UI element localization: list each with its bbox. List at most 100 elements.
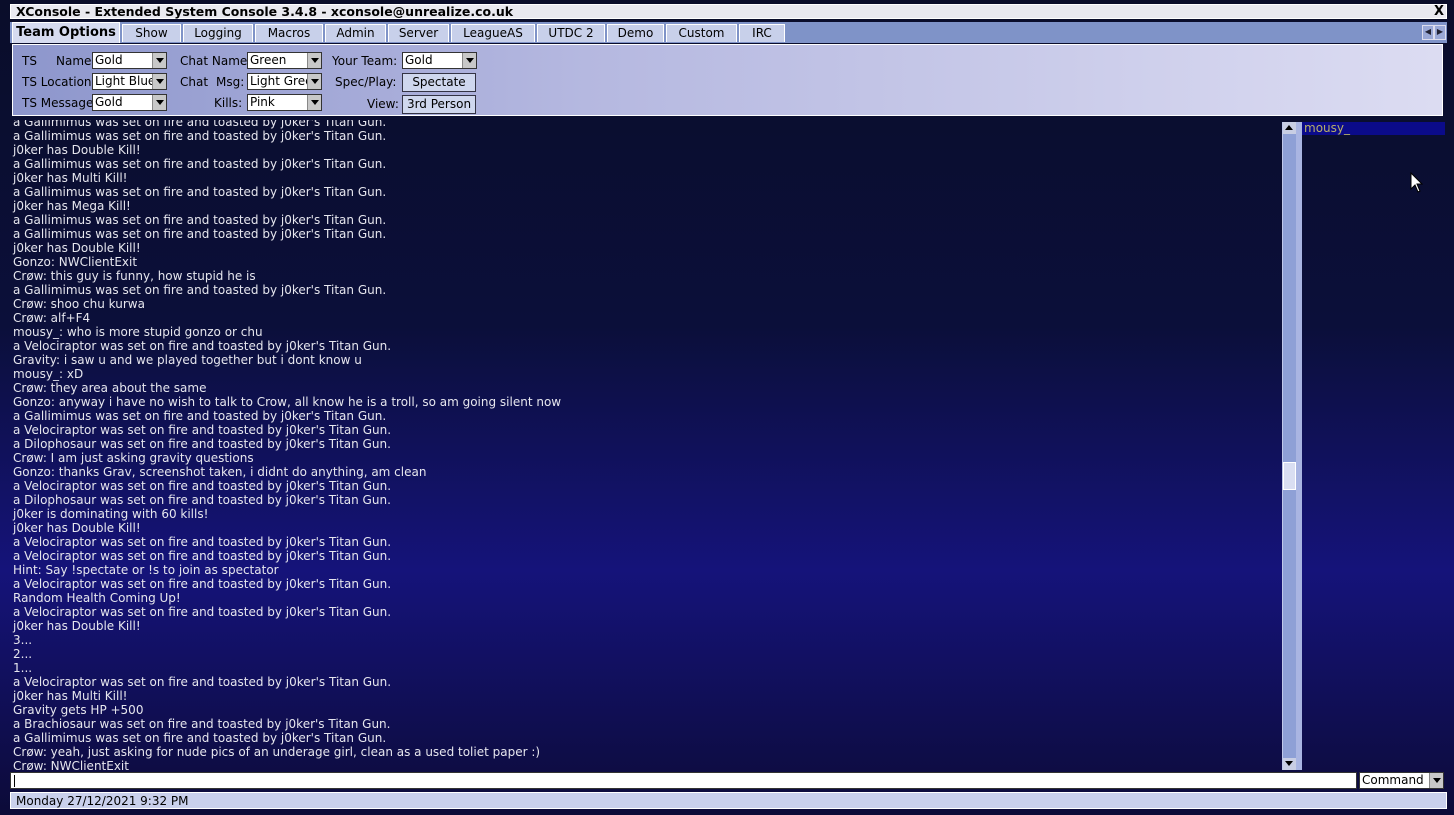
tab-demo[interactable]: Demo bbox=[607, 24, 664, 42]
log-line: 3... bbox=[13, 633, 33, 647]
chat-label: Chat bbox=[180, 75, 209, 89]
chevron-down-icon[interactable] bbox=[1429, 773, 1443, 788]
log-line: Crøw: shoo chu kurwa bbox=[13, 297, 145, 311]
log-line: j0ker is dominating with 60 kills! bbox=[13, 507, 209, 521]
log-line: a Velociraptor was set on fire and toast… bbox=[13, 577, 392, 591]
log-line: a Gallimimus was set on fire and toasted… bbox=[13, 227, 387, 241]
log-line: Hint: Say !spectate or !s to join as spe… bbox=[13, 563, 279, 577]
chevron-down-icon[interactable] bbox=[152, 53, 166, 68]
your-team-select[interactable]: Gold bbox=[402, 52, 477, 69]
your-team-label: Your Team: bbox=[332, 54, 398, 68]
chat-msg-select[interactable]: Light Gree bbox=[247, 73, 322, 90]
log-line: Gravity gets HP +500 bbox=[13, 703, 144, 717]
close-icon[interactable]: X bbox=[1434, 4, 1444, 19]
log-line: Crøw: this guy is funny, how stupid he i… bbox=[13, 269, 256, 283]
tab-irc[interactable]: IRC bbox=[739, 24, 785, 42]
tab-macros[interactable]: Macros bbox=[255, 24, 323, 42]
log-line: Crøw: yeah, just asking for nude pics of… bbox=[13, 745, 541, 759]
tab-server[interactable]: Server bbox=[388, 24, 449, 42]
tab-strip: Team Options Show Logging Macros Admin S… bbox=[10, 22, 1447, 43]
log-line: Gonzo: anyway i have no wish to talk to … bbox=[13, 395, 562, 409]
log-line: a Gallimimus was set on fire and toasted… bbox=[13, 283, 387, 297]
console-log: a Gallimimus was set on fire and toasted… bbox=[10, 120, 1280, 770]
arrow-right-icon[interactable]: ▶ bbox=[1434, 25, 1446, 40]
scroll-up-icon[interactable] bbox=[1283, 122, 1296, 134]
chat-name-label: Chat Name: bbox=[180, 54, 252, 68]
log-line: a Velociraptor was set on fire and toast… bbox=[13, 423, 392, 437]
scroll-down-icon[interactable] bbox=[1283, 758, 1296, 770]
log-line: Crøw: they area about the same bbox=[13, 381, 207, 395]
mouse-cursor-icon bbox=[1410, 172, 1424, 193]
tab-show[interactable]: Show bbox=[122, 24, 181, 42]
log-scrollbar[interactable] bbox=[1282, 122, 1296, 770]
kills-select[interactable]: Pink bbox=[247, 94, 322, 111]
log-line: Crøw: alf+F4 bbox=[13, 311, 91, 325]
log-line: a Gallimimus was set on fire and toasted… bbox=[13, 731, 387, 745]
tab-custom[interactable]: Custom bbox=[666, 24, 737, 42]
chevron-down-icon[interactable] bbox=[462, 53, 476, 68]
kills-label: Kills: bbox=[214, 96, 243, 110]
view-label: View: bbox=[367, 97, 399, 111]
ts-location-label: TS Location: bbox=[22, 75, 96, 89]
log-line: Crøw: I am just asking gravity questions bbox=[13, 451, 254, 465]
chevron-down-icon[interactable] bbox=[307, 74, 321, 89]
user-list: mousy_ bbox=[1302, 122, 1445, 770]
chat-msg-label: Msg: bbox=[216, 75, 245, 89]
xconsole-window: XConsole - Extended System Console 3.4.8… bbox=[0, 0, 1454, 815]
log-line: j0ker has Double Kill! bbox=[13, 521, 141, 535]
log-line: a Velociraptor was set on fire and toast… bbox=[13, 605, 392, 619]
log-line: Gonzo: NWClientExit bbox=[13, 255, 138, 269]
ts-name-label: Name: bbox=[56, 54, 96, 68]
log-line: Gonzo: thanks Grav, screenshot taken, i … bbox=[13, 465, 427, 479]
ts-name-select[interactable]: Gold bbox=[92, 52, 167, 69]
log-line: j0ker has Mega Kill! bbox=[13, 199, 131, 213]
chat-name-select[interactable]: Green bbox=[247, 52, 322, 69]
log-line: a Velociraptor was set on fire and toast… bbox=[13, 479, 392, 493]
log-line: j0ker has Multi Kill! bbox=[13, 171, 128, 185]
status-datetime: Monday 27/12/2021 9:32 PM bbox=[16, 794, 189, 808]
chevron-down-icon[interactable] bbox=[152, 74, 166, 89]
log-line: a Gallimimus was set on fire and toasted… bbox=[13, 129, 387, 143]
tab-logging[interactable]: Logging bbox=[183, 24, 253, 42]
spec-play-label: Spec/Play: bbox=[335, 75, 397, 89]
log-line: a Gallimimus was set on fire and toasted… bbox=[13, 157, 387, 171]
log-line: j0ker has Double Kill! bbox=[13, 143, 141, 157]
log-line: a Velociraptor was set on fire and toast… bbox=[13, 535, 392, 549]
tab-utdc2[interactable]: UTDC 2 bbox=[537, 24, 605, 42]
view-button[interactable]: 3rd Person bbox=[402, 95, 476, 114]
log-line: 2... bbox=[13, 647, 33, 661]
log-line: a Gallimimus was set on fire and toasted… bbox=[13, 185, 387, 199]
log-line: a Velociraptor was set on fire and toast… bbox=[13, 675, 392, 689]
scroll-thumb[interactable] bbox=[1283, 462, 1296, 490]
ts-message-select[interactable]: Gold bbox=[92, 94, 167, 111]
tab-leagueas[interactable]: LeagueAS bbox=[451, 24, 535, 42]
log-line: a Brachiosaur was set on fire and toaste… bbox=[13, 717, 391, 731]
log-line: mousy_: who is more stupid gonzo or chu bbox=[13, 325, 263, 339]
log-line: j0ker has Double Kill! bbox=[13, 619, 141, 633]
log-line: a Gallimimus was set on fire and toasted… bbox=[13, 120, 387, 129]
team-options-panel: TS Name: Gold TS Location: Light Blue TS… bbox=[12, 44, 1443, 116]
log-line: 1... bbox=[13, 661, 33, 675]
arrow-left-icon[interactable]: ◀ bbox=[1422, 25, 1434, 40]
title-bar: XConsole - Extended System Console 3.4.8… bbox=[10, 4, 1447, 19]
log-line: j0ker has Double Kill! bbox=[13, 241, 141, 255]
chevron-down-icon[interactable] bbox=[152, 95, 166, 110]
log-line: Gravity: i saw u and we played together … bbox=[13, 353, 362, 367]
ts-location-select[interactable]: Light Blue bbox=[92, 73, 167, 90]
log-line: a Dilophosaur was set on fire and toaste… bbox=[13, 493, 391, 507]
chevron-down-icon[interactable] bbox=[307, 95, 321, 110]
command-input[interactable] bbox=[10, 772, 1357, 789]
log-line: Random Health Coming Up! bbox=[13, 591, 181, 605]
user-list-item[interactable]: mousy_ bbox=[1302, 122, 1445, 135]
tab-admin[interactable]: Admin bbox=[325, 24, 386, 42]
spectate-button[interactable]: Spectate bbox=[402, 73, 476, 92]
log-line: a Dilophosaur was set on fire and toaste… bbox=[13, 437, 391, 451]
command-mode-select[interactable]: Command bbox=[1359, 772, 1444, 789]
log-line: Crøw: NWClientExit bbox=[13, 759, 129, 770]
ts-message-label: TS Message: bbox=[22, 96, 98, 110]
window-title: XConsole - Extended System Console 3.4.8… bbox=[16, 4, 514, 19]
status-bar: Monday 27/12/2021 9:32 PM bbox=[10, 792, 1447, 809]
chevron-down-icon[interactable] bbox=[307, 53, 321, 68]
tab-team-options[interactable]: Team Options bbox=[12, 22, 120, 43]
log-line: j0ker has Multi Kill! bbox=[13, 689, 128, 703]
